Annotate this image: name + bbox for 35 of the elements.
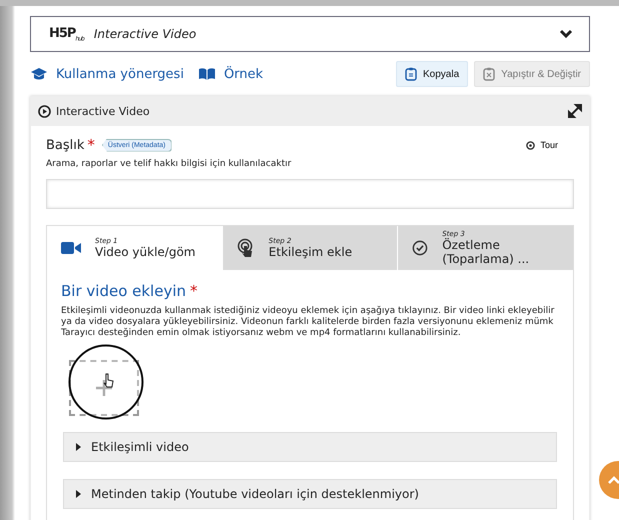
tutorial-link[interactable]: Kullanma yönergesi — [30, 66, 184, 82]
video-camera-icon — [61, 241, 81, 255]
editor-title: Interactive Video — [56, 104, 150, 118]
step-label: Video yükle/göm — [95, 245, 196, 259]
caret-icon — [76, 490, 82, 498]
tour-button[interactable]: Tour — [520, 139, 564, 151]
plus-icon — [95, 379, 113, 398]
clipboard-icon — [483, 67, 496, 81]
chevron-up-icon — [607, 476, 619, 484]
step-label: Özetleme (Toparlama) ... — [442, 238, 530, 266]
h5p-logo: H5P$_{hub}$ — [49, 26, 84, 42]
compass-icon — [526, 140, 536, 150]
touch-hand-icon — [236, 238, 255, 258]
collapsible-group[interactable]: Metinden takip (Youtube videoları için desteklenmiyor) — [63, 479, 557, 510]
collapsible-group[interactable]: Etkileşimli video — [63, 432, 557, 462]
section-title: Bir video ekleyin — [61, 282, 186, 300]
open-book-icon — [198, 67, 216, 81]
hub-header[interactable]: H5P$_{hub}$ Interactive Video — [30, 16, 590, 52]
section-description: Etkileşimli videonuzda kullanmak istediğiniz videoyu eklemek için aşağıya tıklayınız. Bir video linki ekleyebilir ya da video dosyalara yükleyebilirsiniz. Videonun farklı kalitelerde birden fazla versiyonunu eklemeniz mümk Tarayıcı desteğinden emin olmak istiyorsanız webm ve mp4 formatlarını kullanabilirsiniz. — [61, 306, 556, 338]
step-label: Etkileşim ekle — [268, 245, 352, 259]
field-label: Başlık — [46, 138, 84, 152]
field-description: Arama, raporlar ve telif hakkı bilgisi için kullanılacaktır — [46, 159, 292, 169]
copy-button[interactable]: Kopyala — [396, 61, 468, 87]
title-input[interactable] — [46, 179, 574, 209]
play-circle-icon — [38, 104, 51, 118]
graduation-cap-icon — [30, 67, 48, 81]
content-type-title: Interactive Video — [94, 27, 198, 41]
clipboard-icon — [405, 67, 418, 81]
required-mark: * — [87, 136, 95, 154]
caret-icon — [76, 443, 82, 452]
required-mark: * — [190, 282, 198, 300]
chevron-down-icon[interactable] — [559, 29, 573, 39]
example-link[interactable]: Örnek — [198, 66, 264, 82]
check-circle-icon — [412, 239, 428, 257]
fullscreen-icon[interactable] — [568, 104, 582, 118]
